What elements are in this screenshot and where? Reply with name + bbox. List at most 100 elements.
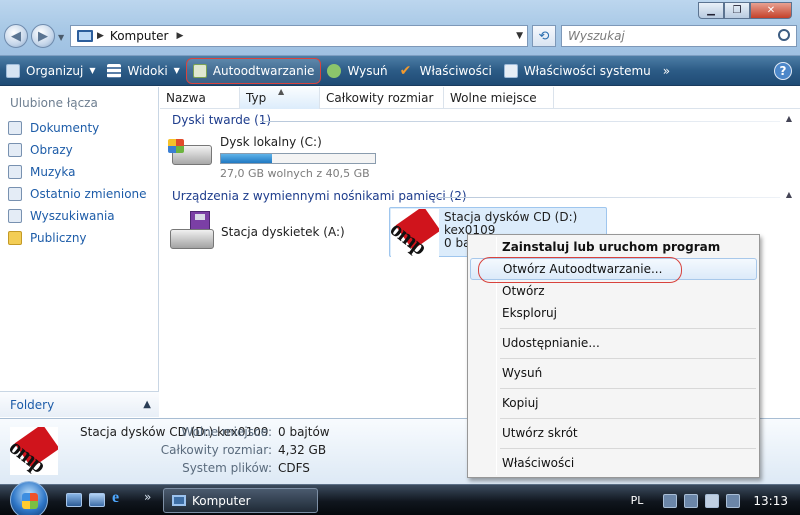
show-desktop-icon[interactable]: [66, 493, 82, 507]
sidebar-item-public[interactable]: Publiczny: [0, 227, 158, 249]
menu-separator: [500, 328, 756, 329]
searches-icon: [8, 209, 22, 223]
views-button[interactable]: Widoki ▼: [101, 58, 185, 84]
folders-toggle[interactable]: Foldery ▲: [0, 391, 159, 417]
pictures-icon: [8, 143, 22, 157]
breadcrumb-separator-icon[interactable]: ▶: [97, 31, 104, 41]
breadcrumb-separator-icon[interactable]: ▶: [176, 31, 183, 41]
minimize-button[interactable]: ▁: [698, 2, 724, 19]
public-folder-icon: [8, 231, 22, 245]
eject-hardware-icon[interactable]: [684, 493, 699, 508]
menu-item-properties[interactable]: Właściwości: [470, 452, 757, 474]
column-headers: Nazwa Typ ▲ Całkowity rozmiar Wolne miejs…: [160, 87, 800, 109]
taskbar-button-computer[interactable]: Komputer: [163, 488, 318, 513]
taskbar: e » Komputer PL 13:13: [0, 481, 800, 515]
properties-label: Właściwości: [419, 63, 492, 78]
autoplay-icon: [192, 63, 207, 78]
close-button[interactable]: ✕: [750, 2, 792, 19]
menu-item-copy[interactable]: Kopiuj: [470, 392, 757, 414]
more-commands-button[interactable]: »: [657, 58, 676, 84]
back-button[interactable]: ◀: [4, 24, 28, 48]
system-tray: PL 13:13: [631, 485, 800, 515]
quick-launch-more-button[interactable]: »: [144, 490, 151, 504]
notification-icon[interactable]: [726, 493, 741, 508]
switch-windows-icon[interactable]: [89, 493, 105, 507]
search-icon[interactable]: [778, 29, 790, 41]
maximize-button[interactable]: ❐: [724, 2, 750, 19]
refresh-icon: ⟲: [538, 28, 550, 44]
cd-autorun-logo-icon: omp: [10, 427, 58, 475]
music-icon: [8, 165, 22, 179]
windows-logo-icon: [22, 493, 38, 509]
refresh-button[interactable]: ⟲: [532, 25, 556, 47]
chevron-down-icon: ▼: [89, 66, 96, 75]
eject-button[interactable]: Wysuń: [321, 58, 393, 84]
column-header-type[interactable]: Typ ▲: [240, 87, 320, 109]
details-row: Wolne miejsce: 0 bajtów: [132, 425, 330, 439]
organize-icon: [6, 63, 20, 78]
properties-button[interactable]: ✔ Właściwości: [394, 58, 498, 84]
menu-item-sharing[interactable]: Udostępnianie...: [470, 332, 757, 354]
clock[interactable]: 13:13: [753, 494, 788, 508]
sidebar-item-label: Muzyka: [30, 165, 76, 179]
details-key: System plików:: [182, 461, 272, 475]
menu-item-create-shortcut[interactable]: Utwórz skrót: [470, 422, 757, 444]
sidebar-item-documents[interactable]: Dokumenty: [0, 117, 158, 139]
folders-label: Foldery: [10, 397, 55, 412]
group-collapse-icon[interactable]: ▲: [786, 114, 792, 123]
sidebar-item-pictures[interactable]: Obrazy: [0, 139, 158, 161]
chevron-down-icon: ▼: [173, 66, 180, 75]
menu-item-open[interactable]: Otwórz: [470, 280, 757, 302]
drive-usage-bar: [220, 153, 376, 164]
search-placeholder: Wyszukaj: [568, 29, 625, 43]
hard-drive-icon: [168, 135, 214, 167]
menu-item-install-run[interactable]: Zainstaluj lub uruchom program: [470, 236, 757, 258]
details-value: 0 bajtów: [278, 425, 330, 439]
column-header-total-size[interactable]: Całkowity rozmiar: [320, 87, 444, 109]
column-header-free-space[interactable]: Wolne miejsce: [444, 87, 554, 109]
menu-item-explore[interactable]: Eksploruj: [470, 302, 757, 324]
system-properties-button[interactable]: Właściwości systemu: [498, 58, 657, 84]
eject-label: Wysuń: [347, 63, 388, 78]
drive-free-space: 27,0 GB wolnych z 40,5 GB: [220, 167, 370, 180]
address-dropdown-icon[interactable]: ▼: [516, 31, 523, 41]
details-key: Wolne miejsce:: [181, 425, 272, 439]
sidebar-item-music[interactable]: Muzyka: [0, 161, 158, 183]
group-header-removable[interactable]: Urządzenia z wymiennymi nośnikami pamięc…: [172, 189, 467, 203]
navigation-pane: Ulubione łącza Dokumenty Obrazy Muzyka O…: [0, 87, 159, 417]
volume-icon[interactable]: [705, 493, 720, 508]
autoplay-button[interactable]: Autoodtwarzanie: [185, 57, 322, 84]
group-header-hard-drives[interactable]: Dyski twarde (1): [172, 113, 271, 127]
drive-name: Stacja dysków CD (D:): [444, 210, 578, 224]
search-input[interactable]: Wyszukaj: [561, 25, 797, 47]
sidebar-item-label: Ostatnio zmienione: [30, 187, 147, 201]
internet-explorer-icon[interactable]: e: [112, 489, 128, 506]
sidebar-item-recent[interactable]: Ostatnio zmienione: [0, 183, 158, 205]
help-button[interactable]: ?: [774, 61, 792, 80]
forward-button[interactable]: ▶: [31, 24, 55, 48]
autoplay-label: Autoodtwarzanie: [212, 63, 315, 78]
sidebar-item-searches[interactable]: Wyszukiwania: [0, 205, 158, 227]
group-divider: [260, 121, 780, 122]
column-header-name[interactable]: Nazwa: [160, 87, 240, 109]
address-bar[interactable]: ▶ Komputer ▶ ▼: [70, 25, 528, 47]
details-key: Całkowity rozmiar:: [160, 443, 272, 457]
start-button[interactable]: [10, 481, 48, 515]
network-icon[interactable]: [663, 493, 678, 508]
breadcrumb-computer[interactable]: Komputer: [110, 29, 169, 43]
computer-icon: [77, 30, 93, 42]
language-indicator[interactable]: PL: [631, 494, 644, 507]
menu-item-eject[interactable]: Wysuń: [470, 362, 757, 384]
group-collapse-icon[interactable]: ▲: [786, 190, 792, 199]
drive-local-c[interactable]: Dysk lokalny (C:) 27,0 GB wolnych z 40,5…: [168, 135, 376, 180]
menu-separator: [500, 388, 756, 389]
organize-button[interactable]: Organizuj ▼: [0, 58, 101, 84]
drive-floppy-a[interactable]: Stacja dyskietek (A:): [168, 211, 345, 251]
column-header-label: Typ: [246, 91, 267, 105]
recent-pages-dropdown[interactable]: ▼: [58, 33, 64, 42]
views-label: Widoki: [127, 63, 168, 78]
taskbar-button-label: Komputer: [192, 493, 251, 508]
sidebar-item-label: Dokumenty: [30, 121, 100, 135]
checkmark-icon: ✔: [399, 62, 412, 79]
favorite-links-title: Ulubione łącza: [10, 96, 98, 110]
